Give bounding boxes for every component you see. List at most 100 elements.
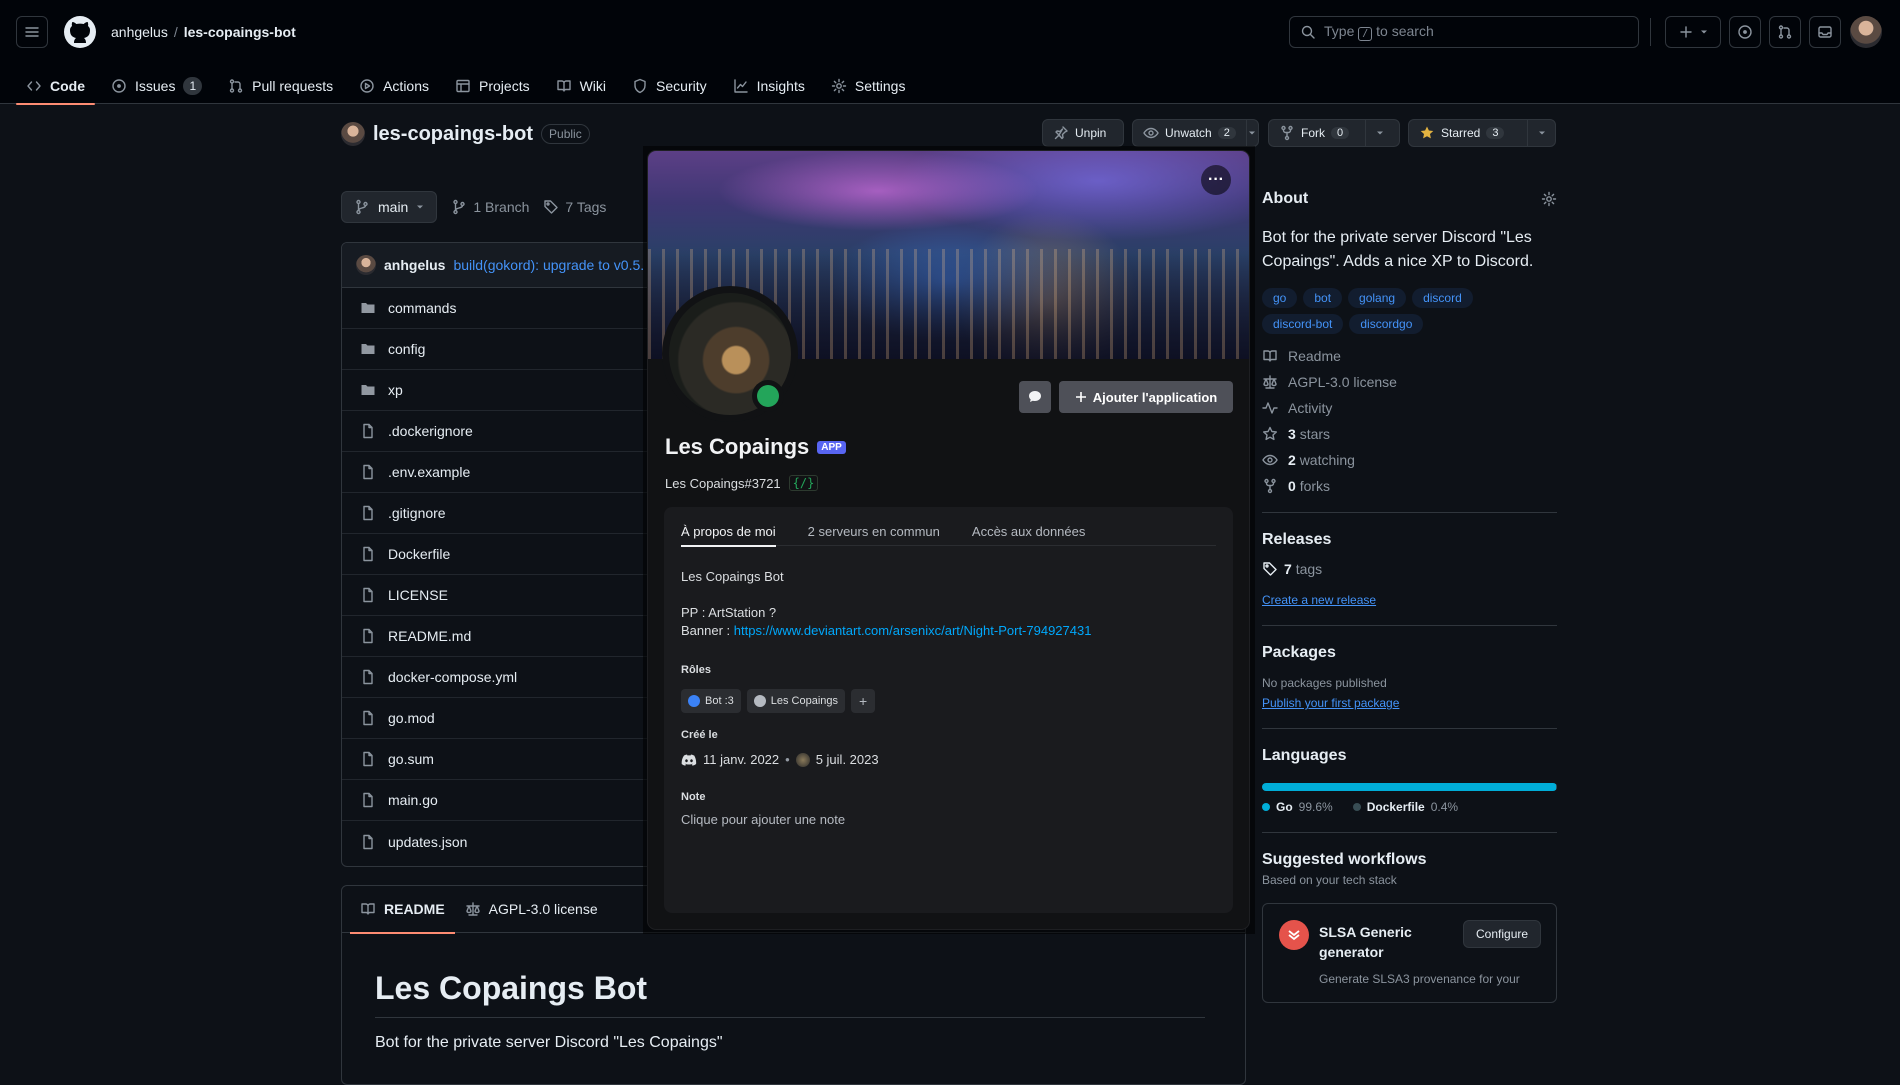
starred-button[interactable]: Starred 3	[1408, 119, 1556, 147]
topic-tag[interactable]: discord-bot	[1262, 314, 1344, 334]
stars-link[interactable]: 3 stars	[1262, 426, 1557, 442]
fork-dropdown[interactable]	[1365, 120, 1393, 146]
role-bot[interactable]: Bot :3	[681, 689, 741, 713]
date-separator: •	[785, 752, 790, 767]
file-name[interactable]: updates.json	[388, 834, 467, 850]
commit-message[interactable]: build(gokord): upgrade to v0.5.	[453, 257, 644, 273]
profile-name: Les Copaings APP	[665, 434, 846, 460]
tab-actions[interactable]: Actions	[349, 68, 439, 104]
publish-package-link[interactable]: Publish your first package	[1262, 696, 1399, 710]
tab-wiki[interactable]: Wiki	[546, 68, 616, 104]
inbox-button[interactable]	[1809, 16, 1841, 48]
issues-button[interactable]	[1729, 16, 1761, 48]
file-name[interactable]: go.sum	[388, 751, 434, 767]
file-name[interactable]: .env.example	[388, 464, 470, 480]
tab-code[interactable]: Code	[16, 68, 95, 105]
slash-commands-badge[interactable]: {/}	[788, 475, 819, 491]
create-release-link[interactable]: Create a new release	[1262, 593, 1376, 607]
file-name[interactable]: Dockerfile	[388, 546, 450, 562]
menu-button[interactable]	[16, 16, 48, 48]
star-list-dropdown[interactable]	[1527, 120, 1555, 146]
role-list: Bot :3 Les Copaings +	[681, 689, 876, 713]
language-dockerfile[interactable]: Dockerfile 0.4%	[1352, 800, 1458, 814]
banner-link[interactable]: https://www.deviantart.com/arsenixc/art/…	[734, 623, 1092, 638]
watchers-link[interactable]: 2 watching	[1262, 452, 1557, 468]
gear-icon[interactable]	[1541, 191, 1557, 207]
file-name[interactable]: commands	[388, 300, 456, 316]
pull-requests-button[interactable]	[1769, 16, 1801, 48]
branch-selector[interactable]: main	[341, 191, 438, 223]
profile-tabs: À propos de moi 2 serveurs en commun Acc…	[681, 524, 1216, 547]
tab-label: Code	[50, 78, 85, 94]
bio-pp: PP : ArtStation ?	[681, 605, 777, 620]
language-go[interactable]: Go 99.6%	[1262, 800, 1333, 814]
tab-about-me[interactable]: À propos de moi	[681, 524, 776, 547]
note-input[interactable]: Clique pour ajouter une note	[681, 812, 845, 827]
commit-author[interactable]: anhgelus	[384, 257, 445, 273]
tab-readme[interactable]: README	[350, 886, 455, 934]
profile-body: À propos de moi 2 serveurs en commun Acc…	[664, 507, 1233, 913]
configure-button[interactable]: Configure	[1463, 920, 1542, 948]
divider	[1262, 832, 1557, 833]
branches-link[interactable]: 1 Branch	[451, 199, 529, 215]
packages-heading[interactable]: Packages	[1262, 644, 1557, 662]
tab-pull-requests[interactable]: Pull requests	[218, 68, 343, 104]
file-icon	[363, 710, 373, 726]
unwatch-button[interactable]: Unwatch 2	[1132, 119, 1259, 147]
file-name[interactable]: .gitignore	[388, 505, 446, 521]
readme-link[interactable]: Readme	[1262, 348, 1557, 364]
repo-sidebar: About Bot for the private server Discord…	[1262, 190, 1557, 1003]
create-new-button[interactable]	[1665, 16, 1721, 48]
file-name[interactable]: .dockerignore	[388, 423, 473, 439]
message-button[interactable]	[1019, 381, 1051, 413]
fork-button[interactable]: Fork 0	[1268, 119, 1400, 147]
tab-projects[interactable]: Projects	[445, 68, 540, 104]
activity-link[interactable]: Activity	[1262, 400, 1557, 416]
file-name[interactable]: main.go	[388, 792, 438, 808]
unpin-button[interactable]: Unpin	[1042, 119, 1124, 147]
add-app-button[interactable]: Ajouter l'application	[1059, 381, 1233, 413]
unwatch-dropdown[interactable]	[1245, 120, 1258, 146]
fork-label: Fork	[1301, 126, 1325, 140]
file-name[interactable]: go.mod	[388, 710, 435, 726]
forks-link[interactable]: 0 forks	[1262, 478, 1557, 494]
license-link[interactable]: AGPL-3.0 license	[1262, 374, 1557, 390]
tab-issues[interactable]: Issues 1	[101, 68, 212, 104]
owner-avatar[interactable]	[341, 122, 365, 146]
tab-data-access[interactable]: Accès aux données	[972, 524, 1085, 546]
releases-tags-link[interactable]: 7 tags	[1262, 561, 1557, 577]
tab-insights[interactable]: Insights	[723, 68, 815, 104]
divider	[1262, 512, 1557, 513]
github-logo-icon[interactable]	[64, 16, 96, 48]
file-name[interactable]: xp	[388, 382, 403, 398]
file-name[interactable]: README.md	[388, 628, 471, 644]
breadcrumb-repo[interactable]: les-copaings-bot	[184, 24, 296, 40]
username-tag[interactable]: Les Copaings#3721	[665, 476, 781, 491]
topic-tag[interactable]: discordgo	[1349, 314, 1424, 334]
tab-mutual-servers[interactable]: 2 serveurs en commun	[808, 524, 940, 546]
search-input[interactable]: Type / to search	[1289, 16, 1639, 48]
more-options-button[interactable]: ···	[1201, 165, 1231, 195]
add-role-button[interactable]: +	[851, 689, 876, 713]
user-avatar[interactable]	[1850, 16, 1882, 48]
topic-tag[interactable]: go	[1262, 288, 1298, 308]
file-name[interactable]: config	[388, 341, 425, 357]
releases-heading[interactable]: Releases	[1262, 531, 1557, 549]
breadcrumb-owner[interactable]: anhgelus	[111, 24, 168, 40]
topic-tag[interactable]: bot	[1303, 288, 1343, 308]
repo-name[interactable]: les-copaings-bot	[373, 123, 533, 146]
commit-author-avatar[interactable]	[356, 255, 376, 275]
topic-tag[interactable]: golang	[1348, 288, 1407, 308]
book-icon	[556, 80, 571, 92]
topic-tag[interactable]: discord	[1412, 288, 1473, 308]
eye-icon	[1262, 454, 1278, 466]
file-name[interactable]: docker-compose.yml	[388, 669, 517, 685]
book-icon	[1263, 350, 1277, 362]
tab-security[interactable]: Security	[622, 68, 717, 104]
tags-link[interactable]: 7 Tags	[543, 199, 606, 215]
file-name[interactable]: LICENSE	[388, 587, 448, 603]
tab-settings[interactable]: Settings	[821, 68, 916, 104]
file-icon	[363, 464, 373, 480]
role-les-copaings[interactable]: Les Copaings	[746, 689, 846, 713]
tab-license[interactable]: AGPL-3.0 license	[455, 886, 608, 933]
